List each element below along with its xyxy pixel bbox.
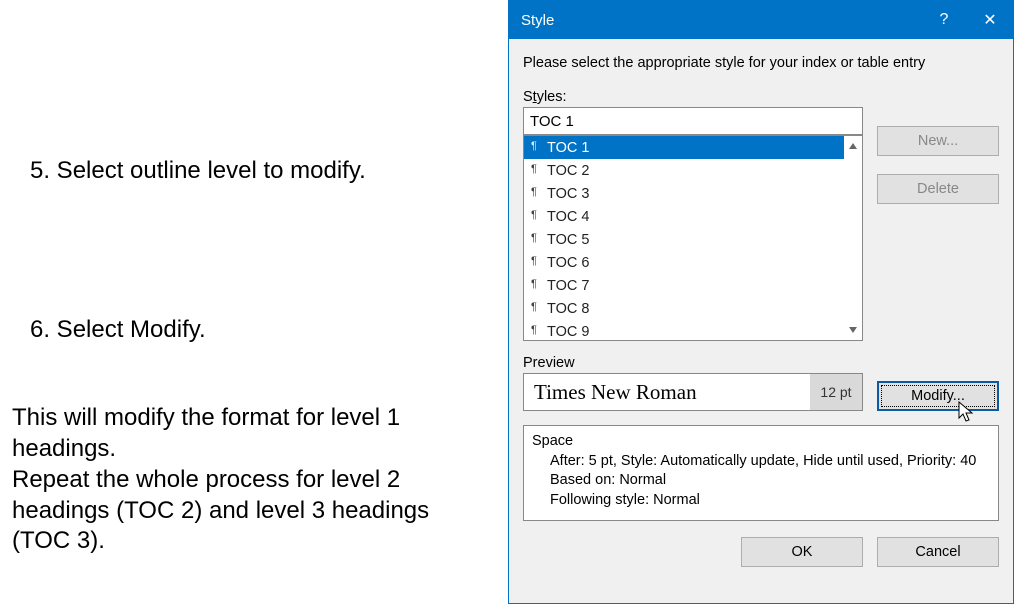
styles-column: Styles: ¶ TOC 1 ¶ TOC 2 ¶ TOC 3 ¶ TOC 4 ¶ TOC 5 ¶ T… [523,89,863,341]
list-item-label: TOC 6 [547,255,589,271]
dialog-title: Style [521,12,921,29]
list-item[interactable]: ¶ TOC 1 [524,136,844,159]
list-item-label: TOC 4 [547,209,589,225]
list-item-label: TOC 2 [547,163,589,179]
paragraph-icon: ¶ [531,301,543,313]
list-item[interactable]: ¶ TOC 8 [524,297,844,320]
paragraph-icon: ¶ [531,324,543,336]
styles-label: Styles: [523,89,863,105]
help-button[interactable]: ? [921,1,967,39]
list-item[interactable]: ¶ TOC 4 [524,205,844,228]
paragraph-icon: ¶ [531,232,543,244]
modify-button-wrap: Modify... [877,381,999,411]
list-item[interactable]: ¶ TOC 3 [524,182,844,205]
preview-box: Times New Roman 12 pt [523,373,863,411]
list-item-label: TOC 7 [547,278,589,294]
styles-row: Styles: ¶ TOC 1 ¶ TOC 2 ¶ TOC 3 ¶ TOC 4 ¶ TOC 5 ¶ T… [523,89,999,341]
close-button[interactable]: ✕ [967,1,1013,39]
list-item[interactable]: ¶ TOC 2 [524,159,844,182]
list-item-label: TOC 3 [547,186,589,202]
list-item-label: TOC 9 [547,324,589,340]
paragraph-icon: ¶ [531,140,543,152]
preview-row: Preview Times New Roman 12 pt Modify... [523,355,999,411]
instructions-panel: 5. Select outline level to modify. 6. Se… [12,0,487,557]
description-box: Space After: 5 pt, Style: Automatically … [523,425,999,521]
new-button[interactable]: New... [877,126,999,156]
list-item[interactable]: ¶ TOC 6 [524,251,844,274]
desc-heading: Space [532,432,990,452]
preview-label: Preview [523,355,863,371]
paragraph-icon: ¶ [531,255,543,267]
modify-button[interactable]: Modify... [877,381,999,411]
intro-text: Please select the appropriate style for … [523,55,999,71]
scroll-up-icon[interactable] [844,136,862,156]
delete-button[interactable]: Delete [877,174,999,204]
list-item-label: TOC 5 [547,232,589,248]
paragraph-icon: ¶ [531,186,543,198]
styles-input[interactable] [523,107,863,135]
preview-font-name: Times New Roman [534,380,810,405]
step-5-text: 5. Select outline level to modify. [30,156,487,187]
paragraph-icon: ¶ [531,209,543,221]
style-dialog: Style ? ✕ Please select the appropriate … [508,0,1014,604]
side-buttons: New... Delete [877,89,999,341]
paragraph-icon: ¶ [531,278,543,290]
step-6-text: 6. Select Modify. [30,315,487,346]
dialog-body: Please select the appropriate style for … [509,39,1013,603]
instructions-paragraph: This will modify the format for level 1 … [12,403,487,557]
preview-column: Preview Times New Roman 12 pt [523,355,863,411]
dialog-footer: OK Cancel [523,537,999,567]
list-item-label: TOC 8 [547,301,589,317]
preview-font-size: 12 pt [810,374,862,410]
list-item-label: TOC 1 [547,140,589,156]
ok-button[interactable]: OK [741,537,863,567]
titlebar[interactable]: Style ? ✕ [509,1,1013,39]
styles-listbox[interactable]: ¶ TOC 1 ¶ TOC 2 ¶ TOC 3 ¶ TOC 4 ¶ TOC 5 ¶ TOC 6 ¶ TOC… [523,135,863,341]
list-item[interactable]: ¶ TOC 5 [524,228,844,251]
desc-line-2: Based on: Normal [532,471,990,491]
list-item[interactable]: ¶ TOC 7 [524,274,844,297]
desc-line-3: Following style: Normal [532,491,990,511]
cancel-button[interactable]: Cancel [877,537,999,567]
desc-line-1: After: 5 pt, Style: Automatically update… [532,452,990,472]
paragraph-icon: ¶ [531,163,543,175]
list-item[interactable]: ¶ TOC 9 [524,320,844,341]
scroll-down-icon[interactable] [844,320,862,340]
